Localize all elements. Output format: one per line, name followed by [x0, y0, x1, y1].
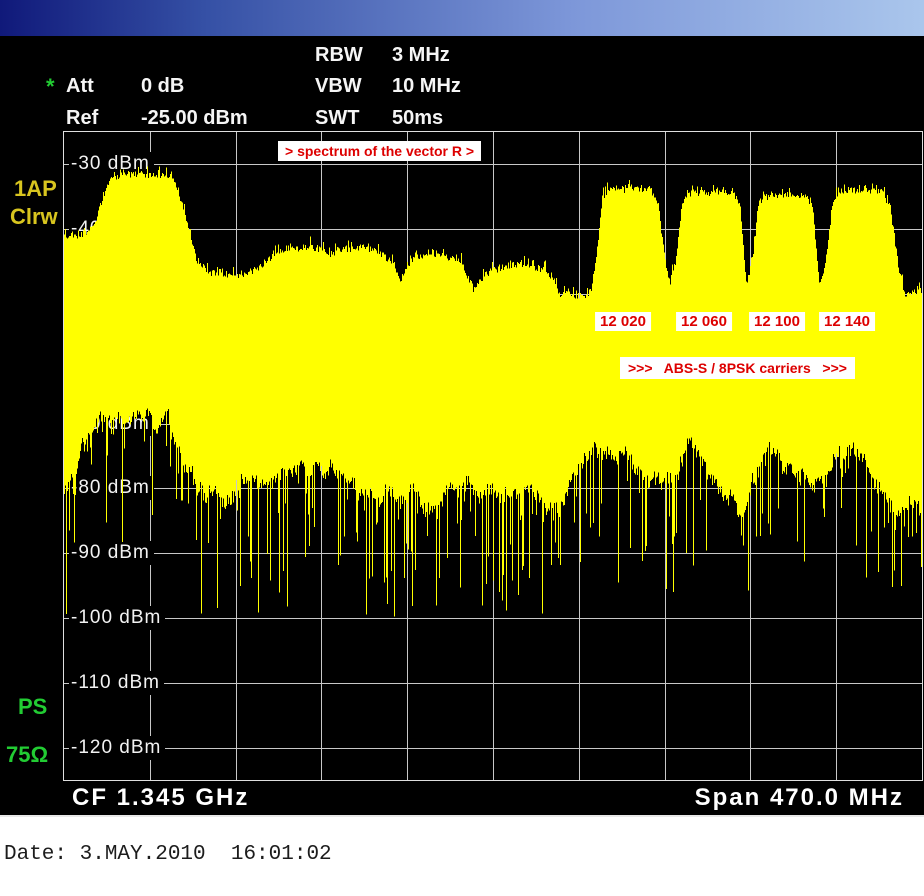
center-frequency-readout: CF 1.345 GHz [72, 784, 249, 812]
spectrum-trace [64, 132, 922, 780]
rbw-label: RBW [315, 44, 363, 67]
analyzer-screen: RBW 3 MHz * Att 0 dB VBW 10 MHz Ref -25.… [0, 36, 924, 817]
att-coupled-star-icon: * [46, 74, 55, 100]
date-line: Date: 3.MAY.2010 16:01:02 [4, 843, 332, 866]
trace-detector-tag: Clrw [10, 204, 58, 230]
annotation-carriers-note: >>> ABS-S / 8PSK carriers >>> [620, 357, 855, 379]
rbw-value: 3 MHz [392, 44, 450, 67]
vbw-label: VBW [315, 75, 362, 98]
trace-mode-tag: 1AP [14, 176, 57, 202]
swt-label: SWT [315, 107, 359, 130]
vbw-value: 10 MHz [392, 75, 461, 98]
annotation-spectrum-note: > spectrum of the vector R > [278, 141, 481, 161]
span-readout: Span 470.0 MHz [695, 784, 904, 812]
carrier-frequency-label: 12 140 [819, 312, 875, 331]
carrier-frequency-label: 12 100 [749, 312, 805, 331]
screenshot-root: R&S Spectrum Analyzer RBW 3 MHz * Att 0 … [0, 0, 924, 896]
preselector-tag: PS [18, 694, 47, 720]
ref-value: -25.00 dBm [141, 107, 248, 130]
impedance-tag: 75Ω [6, 742, 48, 768]
carrier-frequency-label: 12 020 [595, 312, 651, 331]
att-value: 0 dB [141, 75, 184, 98]
spectrum-display: -30 dBm-40 dBm-50 dBm-60 dBm-70 dBm-80 d… [63, 131, 923, 781]
swt-value: 50ms [392, 107, 443, 130]
ref-label: Ref [66, 107, 98, 130]
title-bar: R&S Spectrum Analyzer [0, 0, 924, 36]
att-label: Att [66, 75, 94, 98]
carrier-frequency-label: 12 060 [676, 312, 732, 331]
